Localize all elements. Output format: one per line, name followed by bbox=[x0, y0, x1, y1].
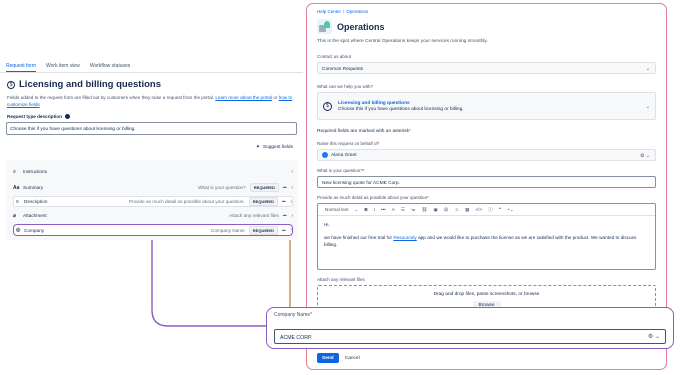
more-text-icon[interactable]: ••• bbox=[381, 207, 386, 212]
more-options-icon[interactable]: ••• bbox=[282, 228, 286, 233]
bullet-list-icon[interactable]: ☰ bbox=[401, 207, 405, 213]
chevron-right-icon[interactable]: › bbox=[290, 199, 292, 205]
learn-portal-link[interactable]: Learn more about the portal bbox=[215, 95, 272, 100]
more-options-icon[interactable]: ••• bbox=[282, 199, 286, 204]
rtd-label: Request type description bbox=[7, 114, 62, 119]
quote-icon[interactable]: ❞ bbox=[499, 207, 501, 213]
field-row-instructions[interactable]: ≡ Instructions › bbox=[13, 166, 293, 177]
operations-logo-icon bbox=[317, 19, 332, 34]
contact-select[interactable]: Common Requests ⌄ bbox=[317, 62, 656, 74]
company-label: Company Name* bbox=[274, 312, 313, 318]
request-type-editor: Request form Work item view Workflow sta… bbox=[0, 60, 303, 150]
attach-label: Attach any relevant files bbox=[317, 277, 365, 282]
resourcely-link[interactable]: Resourcely bbox=[393, 235, 416, 240]
insert-icon[interactable]: +⌄ bbox=[507, 207, 514, 213]
emoji-icon[interactable]: ☺ bbox=[454, 207, 459, 212]
more-options-icon[interactable]: ••• bbox=[283, 213, 287, 218]
field-row-description[interactable]: ≡ Description Provide as much detail as … bbox=[13, 196, 293, 207]
tab-request-form[interactable]: Request form bbox=[6, 60, 37, 72]
link-icon[interactable]: ⛓ bbox=[422, 207, 428, 213]
dollar-coin-icon: $ bbox=[323, 101, 332, 111]
required-badge: REQUIRED bbox=[248, 197, 278, 206]
breadcrumb: Help Center / Operations bbox=[317, 9, 369, 14]
paperclip-icon: ⌀ bbox=[13, 212, 17, 219]
field-row-attachment[interactable]: ⌀ Attachment Attach any relevant files •… bbox=[13, 210, 293, 221]
help-label: What can we help you with? bbox=[317, 84, 374, 89]
settings-chevron-icon: ⚙ ⌄ bbox=[639, 153, 650, 159]
raise-on-behalf-select[interactable]: Alana Grant ⚙ ⌄ bbox=[317, 149, 656, 161]
editor-content: Hi, we have finished our free trial for … bbox=[324, 222, 637, 247]
chevron-down-icon[interactable]: ⌄ bbox=[355, 207, 359, 213]
dollar-coin-icon: $ bbox=[7, 80, 15, 89]
info-panel-icon[interactable]: ⓘ bbox=[488, 207, 493, 213]
required-badge: REQUIRED bbox=[248, 225, 278, 235]
chevron-down-icon: ⌄ bbox=[645, 104, 650, 110]
request-type-title: Licensing and billing questions bbox=[19, 79, 161, 90]
info-icon[interactable] bbox=[64, 114, 70, 119]
bold-icon[interactable]: B bbox=[364, 207, 367, 212]
editor-tabs: Request form Work item view Workflow sta… bbox=[0, 60, 303, 73]
paragraph-icon: ≡ bbox=[13, 168, 16, 175]
form-fields-list: ≡ Instructions › Aa Summary What is your… bbox=[6, 160, 298, 240]
target-icon: ◎ bbox=[16, 227, 21, 233]
tab-work-item-view[interactable]: Work item view bbox=[46, 60, 80, 72]
detail-label: Provide as much detail as possible about… bbox=[317, 195, 429, 200]
description-editor[interactable]: Normal text ⌄ B I ••• A ☰ ≔ ⛓ ▣ @ ☺ ▦ </… bbox=[317, 203, 656, 270]
field-row-company[interactable]: ◎ Company Company Name REQUIRED ••• › bbox=[13, 224, 293, 236]
editor-toolbar: Normal text ⌄ B I ••• A ☰ ≔ ⛓ ▣ @ ☺ ▦ </… bbox=[318, 204, 655, 216]
question-input[interactable]: New licensing quote for ACME Corp. bbox=[317, 176, 656, 188]
breadcrumb-operations[interactable]: Operations bbox=[346, 9, 368, 14]
raise-label: Raise this request on behalf of* bbox=[317, 141, 380, 146]
text-icon: Aa bbox=[13, 184, 20, 191]
chevron-down-icon: ⌄ bbox=[645, 66, 650, 72]
image-icon[interactable]: ▣ bbox=[433, 207, 437, 213]
tab-workflow-statuses[interactable]: Workflow statuses bbox=[90, 60, 130, 72]
code-icon[interactable]: </> bbox=[476, 207, 483, 212]
settings-chevron-icon: ⚙ ⌄ bbox=[647, 334, 660, 340]
portal-subtitle: This is the spot where Central Operation… bbox=[317, 39, 488, 44]
chevron-right-icon[interactable]: › bbox=[291, 185, 293, 191]
italic-icon[interactable]: I bbox=[374, 207, 375, 212]
chevron-right-icon[interactable]: › bbox=[291, 213, 293, 219]
text-style-dropdown[interactable]: Normal text bbox=[325, 207, 349, 212]
paragraph-icon: ≡ bbox=[16, 198, 19, 205]
more-options-icon[interactable]: ••• bbox=[283, 185, 287, 190]
company-field-callout: Company Name* ACME CORP. ⚙ ⌄ bbox=[266, 307, 674, 349]
numbered-list-icon[interactable]: ≔ bbox=[411, 207, 416, 213]
sparkle-icon: ✦ bbox=[255, 145, 260, 150]
contact-label: Contact us about bbox=[317, 54, 352, 59]
avatar bbox=[322, 152, 328, 158]
question-label: What is your question?* bbox=[317, 168, 365, 173]
send-button[interactable]: Send bbox=[317, 353, 339, 363]
suggest-fields-button[interactable]: ✦ Suggest fields bbox=[0, 135, 303, 150]
request-type-select[interactable]: $ Licensing and billing questions Choose… bbox=[317, 92, 656, 120]
request-type-description-input[interactable]: Choose this if you have questions about … bbox=[6, 122, 297, 135]
required-note: Required fields are marked with an aster… bbox=[317, 129, 411, 134]
company-select[interactable]: ACME CORP. ⚙ ⌄ bbox=[274, 329, 666, 344]
chevron-right-icon[interactable]: › bbox=[290, 227, 292, 233]
text-color-icon[interactable]: A bbox=[392, 207, 395, 212]
field-row-summary[interactable]: Aa Summary What is your question? REQUIR… bbox=[13, 182, 293, 193]
chevron-right-icon[interactable]: › bbox=[291, 169, 293, 175]
required-badge: REQUIRED bbox=[249, 183, 279, 192]
cancel-button[interactable]: Cancel bbox=[345, 356, 360, 361]
mention-icon[interactable]: @ bbox=[444, 207, 449, 212]
form-description: Fields added to the request form are fil… bbox=[7, 95, 293, 107]
breadcrumb-help-center[interactable]: Help Center bbox=[317, 9, 341, 14]
table-icon[interactable]: ▦ bbox=[465, 207, 469, 213]
portal-title: Operations bbox=[337, 21, 385, 32]
